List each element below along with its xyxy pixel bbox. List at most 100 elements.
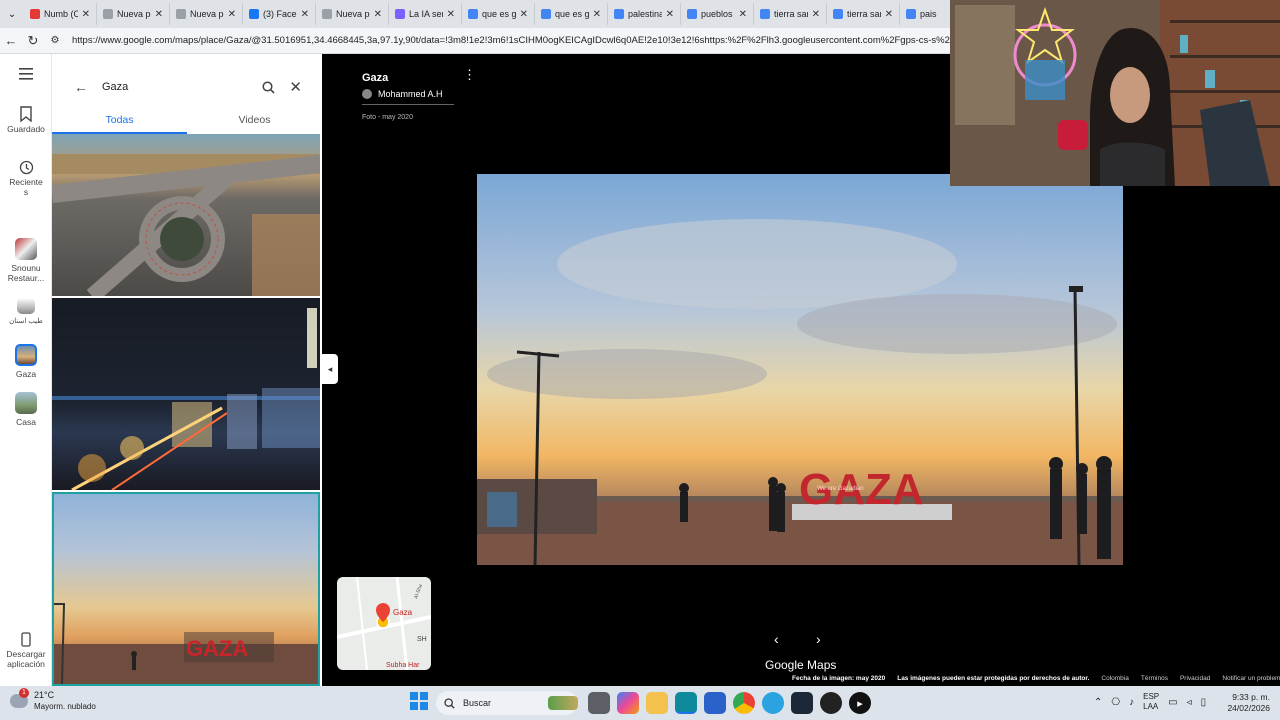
place-thumbnail — [17, 298, 35, 314]
menu-icon[interactable] — [0, 68, 52, 82]
close-tab-icon[interactable]: ✕ — [301, 9, 309, 20]
browser-tab[interactable]: Nueva pes ✕ — [97, 3, 170, 25]
file-explorer-icon[interactable] — [646, 692, 668, 714]
close-tab-icon[interactable]: ✕ — [447, 9, 455, 20]
display-icon[interactable]: ▭ — [1168, 697, 1177, 708]
photo-thumbnail-aerial[interactable] — [52, 134, 320, 296]
previous-photo-button[interactable]: ‹ — [774, 631, 779, 647]
copilot-icon[interactable] — [617, 692, 639, 714]
telegram-icon[interactable] — [762, 692, 784, 714]
tab-favicon-icon — [30, 9, 40, 19]
minimap-road-label-3: Subha Har — [386, 662, 420, 669]
author-underline — [362, 104, 454, 105]
clock-time: 9:33 p. m. — [1232, 692, 1270, 702]
rail-recent-place-1[interactable]: Snounu Restaur... — [0, 238, 52, 283]
microphone-icon[interactable]: ♪ — [1129, 697, 1134, 708]
close-tab-icon[interactable]: ✕ — [812, 9, 820, 20]
store-icon[interactable] — [704, 692, 726, 714]
close-tab-icon[interactable]: ✕ — [885, 9, 893, 20]
back-arrow-icon[interactable]: ← — [0, 30, 22, 52]
tab-label: La IA sent — [409, 9, 443, 19]
rail-recent-place-gaza[interactable]: Gaza — [0, 344, 52, 379]
browser-tab[interactable]: palestina ✕ — [608, 3, 681, 25]
chrome-icon[interactable] — [733, 692, 755, 714]
taskbar-search[interactable]: Buscar — [436, 691, 578, 715]
more-options-icon[interactable]: ⋮ — [463, 68, 476, 81]
weather-temp: 21°C — [34, 690, 55, 700]
rail-recent[interactable]: Recientes — [0, 160, 52, 197]
photo-thumbnail-night[interactable] — [52, 298, 320, 490]
rail-saved[interactable]: Guardado — [0, 106, 52, 134]
browser-tab[interactable]: que es ga ✕ — [462, 3, 535, 25]
close-tab-icon[interactable]: ✕ — [228, 9, 236, 20]
browser-tab[interactable]: tierra sant ✕ — [827, 3, 900, 25]
weather-alert-badge: 1 — [19, 688, 29, 698]
close-tab-icon[interactable]: ✕ — [82, 9, 90, 20]
close-icon[interactable]: ✕ — [289, 78, 302, 96]
tab-videos[interactable]: Videos — [187, 106, 322, 134]
steam-icon[interactable] — [791, 692, 813, 714]
browser-tab[interactable]: Numb (Off ✕ — [24, 3, 97, 25]
media-player-icon[interactable]: ▸ — [849, 692, 871, 714]
browser-tab[interactable]: Nueva pes ✕ — [170, 3, 243, 25]
chevron-up-icon[interactable]: ⌃ — [1094, 697, 1102, 708]
taskbar-apps: ▸ — [588, 692, 871, 714]
site-info-icon[interactable]: ⚙ — [44, 30, 66, 52]
browser-tab[interactable]: La IA sent ✕ — [389, 3, 462, 25]
tab-search-chevron-icon[interactable]: ⌄ — [0, 3, 24, 25]
start-button[interactable] — [410, 692, 428, 710]
rail-place-home-label: Casa — [16, 417, 36, 427]
browser-tab[interactable]: Nueva pes ✕ — [316, 3, 389, 25]
author-row[interactable]: Mohammed A.H — [362, 89, 454, 99]
photo-thumbnail-sunset-selected[interactable]: GAZA — [52, 492, 320, 686]
search-box: ← Gaza ✕ — [62, 64, 314, 110]
place-title: Gaza — [362, 72, 389, 84]
collapse-panel-button[interactable]: ◂ — [322, 354, 338, 384]
edge-browser-icon[interactable] — [675, 692, 697, 714]
close-tab-icon[interactable]: ✕ — [155, 9, 163, 20]
download-app-button[interactable]: Descargar aplicación — [0, 632, 52, 669]
close-tab-icon[interactable]: ✕ — [374, 9, 382, 20]
tab-favicon-icon — [833, 9, 843, 19]
battery-icon[interactable]: ▯ — [1201, 697, 1207, 708]
reload-icon[interactable]: ↻ — [22, 30, 44, 52]
close-tab-icon[interactable]: ✕ — [666, 9, 674, 20]
clock-date: 24/02/2026 — [1227, 703, 1270, 713]
weather-widget[interactable]: 1 21°C Mayorm. nublado — [10, 688, 96, 712]
author-name: Mohammed A.H — [378, 89, 443, 99]
search-icon — [444, 697, 455, 709]
language-indicator[interactable]: ESP LAA — [1143, 692, 1159, 712]
search-input[interactable]: Gaza — [102, 81, 248, 93]
tab-label: Numb (Off — [44, 9, 78, 19]
tab-favicon-icon — [103, 9, 113, 19]
tab-favicon-icon — [176, 9, 186, 19]
mini-map[interactable]: Gaza Al-Sha SH Subha Har — [337, 577, 431, 670]
main-photo-art: GAZA We are Gazadian — [477, 174, 1123, 565]
browser-tab[interactable]: (3) Facebo ✕ — [243, 3, 316, 25]
browser-tab[interactable]: tierra sant ✕ — [754, 3, 827, 25]
main-photo[interactable]: GAZA We are Gazadian — [477, 174, 1123, 565]
obs-icon[interactable] — [820, 692, 842, 714]
rail-recent-place-home[interactable]: Casa — [0, 392, 52, 427]
close-tab-icon[interactable]: ✕ — [739, 9, 747, 20]
tab-all[interactable]: Todas — [52, 106, 187, 134]
aerial-photo-art — [52, 154, 320, 296]
volume-icon[interactable]: ◃ — [1187, 697, 1192, 708]
tab-favicon-icon — [687, 9, 697, 19]
browser-tab[interactable]: que es ga ✕ — [535, 3, 608, 25]
tab-label: tierra sant — [847, 9, 881, 19]
thumbnail-sign-text: GAZA — [186, 636, 248, 661]
browser-tab[interactable]: pueblos sc ✕ — [681, 3, 754, 25]
task-view-icon[interactable] — [588, 692, 610, 714]
back-arrow-icon[interactable]: ← — [74, 79, 88, 95]
tab-label: tierra sant — [774, 9, 808, 19]
close-tab-icon[interactable]: ✕ — [520, 9, 528, 20]
close-tab-icon[interactable]: ✕ — [593, 9, 601, 20]
search-icon[interactable] — [262, 80, 275, 94]
network-icon[interactable]: ⎔ — [1111, 697, 1120, 708]
clock[interactable]: 9:33 p. m. 24/02/2026 — [1210, 692, 1270, 714]
rail-recent-place-2[interactable]: طيب اسنان — [0, 298, 52, 325]
place-thumbnail — [15, 344, 37, 366]
next-photo-button[interactable]: › — [816, 631, 821, 647]
rail-recent-label: Recientes — [9, 177, 43, 197]
